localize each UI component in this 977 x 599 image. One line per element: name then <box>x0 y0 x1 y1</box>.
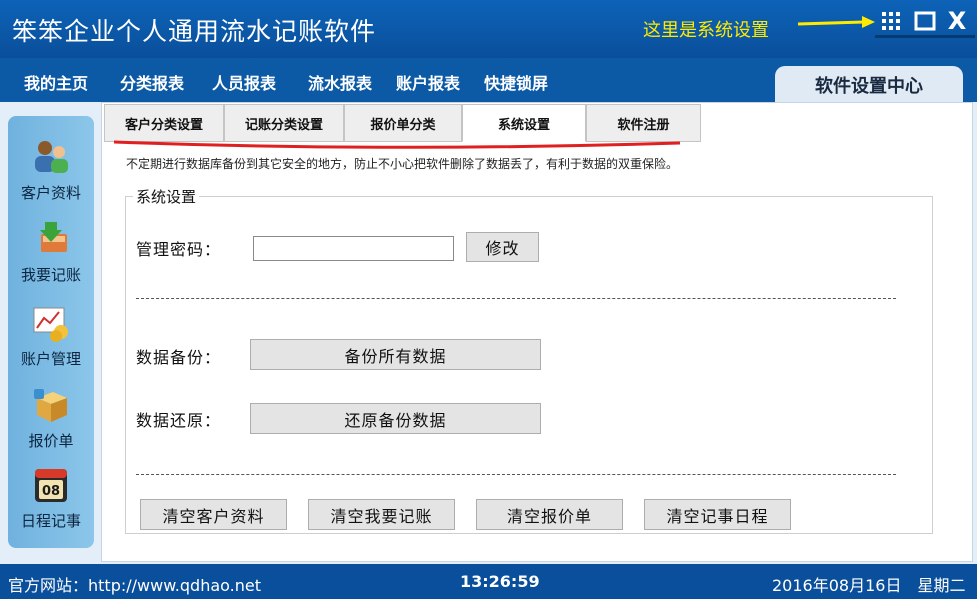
tab-bookkeeping-category[interactable]: 记账分类设置 <box>224 104 344 142</box>
sidebar-item-label: 报价单 <box>28 432 74 450</box>
annotation-text: 这里是系统设置 <box>643 20 769 41</box>
menu-home[interactable]: 我的主页 <box>24 70 88 94</box>
menu-staff-report[interactable]: 人员报表 <box>212 70 276 94</box>
group-legend: 系统设置 <box>133 186 200 207</box>
restore-backup-button[interactable]: 还原备份数据 <box>250 403 541 434</box>
current-date: 2016年08月16日 星期二 <box>772 576 966 595</box>
backup-all-data-button[interactable]: 备份所有数据 <box>250 339 541 370</box>
menu-grid-button[interactable] <box>878 8 904 34</box>
sidebar-item-label: 客户资料 <box>20 184 81 202</box>
menu-quick-lock[interactable]: 快捷锁屏 <box>484 70 548 94</box>
clear-schedule-button[interactable]: 清空记事日程 <box>644 499 791 530</box>
calendar-day: 08 <box>42 484 60 499</box>
modify-password-button[interactable]: 修改 <box>466 232 539 262</box>
maximize-button[interactable] <box>912 8 938 34</box>
sidebar-item-label: 我要记账 <box>20 266 81 284</box>
close-icon: X <box>947 7 967 35</box>
maximize-icon <box>914 11 936 31</box>
tab-quotation-category[interactable]: 报价单分类 <box>344 104 462 142</box>
password-label: 管理密码： <box>136 240 222 259</box>
sidebar-item-quotation[interactable]: 报价单 <box>8 386 94 451</box>
sidebar-item-label: 账户管理 <box>20 350 81 368</box>
title-bar: 笨笨企业个人通用流水记账软件 这里是系统设置 X <box>0 0 977 58</box>
password-input[interactable] <box>253 236 454 261</box>
backup-note: 不定期进行数据库备份到其它安全的地方，防止不小心把软件删除了数据丢了，有利于数据… <box>126 157 679 171</box>
clear-quotations-button[interactable]: 清空报价单 <box>476 499 623 530</box>
account-chart-icon <box>33 307 68 342</box>
menu-flow-report[interactable]: 流水报表 <box>308 70 372 94</box>
close-button[interactable]: X <box>944 7 970 35</box>
sidebar-item-schedule[interactable]: 08 日程记事 <box>8 466 94 531</box>
window-buttons-underline <box>875 35 975 38</box>
status-bar: 官方网站：http://www.qdhao.net 13:26:59 2016年… <box>0 564 977 599</box>
annotation-arrow-icon <box>797 16 875 28</box>
divider <box>136 298 896 300</box>
red-underline-marker <box>113 140 681 149</box>
restore-label: 数据还原： <box>136 411 222 430</box>
tab-customer-category[interactable]: 客户分类设置 <box>104 104 224 142</box>
sidebar-item-label: 日程记事 <box>20 512 81 530</box>
sidebar-item-customers[interactable]: 客户资料 <box>8 138 94 203</box>
menu-account-report[interactable]: 账户报表 <box>396 70 460 94</box>
tab-software-registration[interactable]: 软件注册 <box>586 104 701 142</box>
clear-customers-button[interactable]: 清空客户资料 <box>140 499 287 530</box>
settings-center-tab[interactable]: 软件设置中心 <box>775 66 963 103</box>
backup-label: 数据备份： <box>136 348 222 367</box>
menu-category-report[interactable]: 分类报表 <box>120 70 184 94</box>
website-link[interactable]: 官方网站：http://www.qdhao.net <box>8 572 261 596</box>
package-icon <box>34 389 67 422</box>
sidebar-item-bookkeeping[interactable]: 我要记账 <box>8 220 94 285</box>
bookkeeping-icon <box>40 222 67 252</box>
sidebar: 客户资料 我要记账 账户管理 报价单 08 日程记事 <box>8 116 94 548</box>
tab-system-settings[interactable]: 系统设置 <box>462 104 586 142</box>
grid-icon <box>882 12 900 30</box>
calendar-icon: 08 <box>35 469 67 502</box>
app-title: 笨笨企业个人通用流水记账软件 <box>12 17 377 46</box>
customer-icon <box>35 141 68 173</box>
clock-time: 13:26:59 <box>460 572 540 591</box>
divider <box>136 474 896 476</box>
sidebar-item-accounts[interactable]: 账户管理 <box>8 304 94 369</box>
clear-bookkeeping-button[interactable]: 清空我要记账 <box>308 499 455 530</box>
